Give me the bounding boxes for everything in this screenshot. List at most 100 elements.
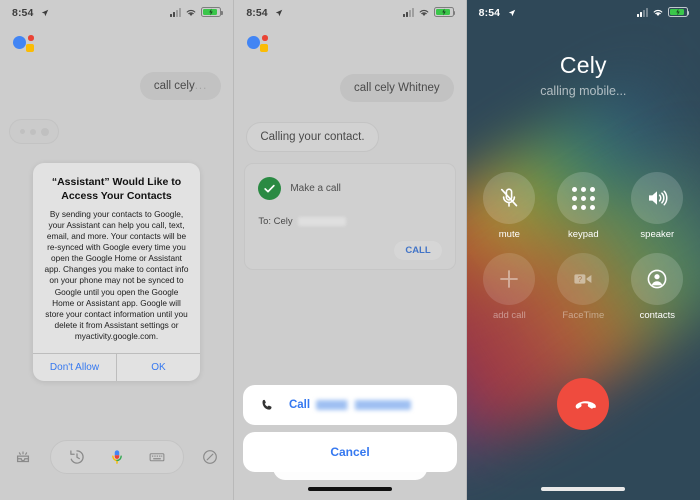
speaker-button[interactable] (631, 172, 684, 224)
action-sheet-call-item[interactable]: Call (243, 385, 457, 425)
keypad-label: keypad (567, 229, 599, 240)
keyboard-icon[interactable] (148, 448, 166, 466)
facetime-control[interactable]: ? FaceTime (557, 253, 610, 321)
phone-handset-icon (262, 399, 272, 410)
keypad-button[interactable] (557, 172, 610, 224)
status-bar-left: 8:54 (479, 3, 516, 21)
dialog-title: “Assistant” Would Like to Access Your Co… (51, 176, 182, 202)
facetime-button[interactable]: ? (557, 253, 610, 305)
action-sheet-cancel-item[interactable]: Cancel (243, 432, 457, 480)
battery-charging-icon (201, 7, 223, 17)
microphone-icon[interactable] (108, 448, 126, 466)
wifi-icon (186, 9, 196, 16)
plus-icon (500, 270, 519, 288)
user-message-bubble: call cely Whitney (340, 74, 454, 102)
ios-action-sheet: Call Cancel (243, 385, 457, 480)
status-bar: 8:54 (0, 0, 233, 24)
status-bar: 8:54 (234, 0, 465, 24)
call-controls-row-2: add call ? FaceTime contacts (467, 253, 700, 321)
status-bar-left: 8:54 (246, 3, 283, 21)
battery-charging-icon (667, 7, 690, 17)
call-controls-grid: mute keypad speaker add call ? FaceTime … (467, 172, 700, 334)
signal-bars-icon (170, 7, 182, 17)
green-check-icon (258, 177, 282, 200)
status-time: 8:54 (246, 7, 268, 19)
card-cta-row: CALL (258, 240, 442, 260)
svg-text:?: ? (578, 275, 583, 284)
history-clock-icon[interactable] (68, 448, 86, 466)
home-indicator (307, 487, 392, 491)
location-arrow-icon (276, 9, 283, 17)
contacts-permission-dialog: “Assistant” Would Like to Access Your Co… (33, 163, 200, 381)
card-title: Make a call (290, 183, 341, 194)
panel-ios-call-screen: 8:54 Cely calling mobile... mute keypad … (466, 0, 700, 500)
mute-label: mute (498, 229, 520, 240)
contacts-button[interactable] (631, 253, 684, 305)
speaker-control[interactable]: speaker (631, 172, 684, 240)
contacts-control[interactable]: contacts (631, 253, 684, 321)
dialog-actions: Don't Allow OK (33, 352, 200, 381)
wifi-icon (419, 9, 429, 16)
action-sheet-call-label: Call (288, 399, 311, 411)
signal-bars-icon (636, 7, 648, 17)
redacted-phone-number (316, 400, 412, 410)
three-panel-screenshot: 8:54 call cely... “Assistant” Would Like… (0, 0, 700, 500)
user-message-text: call cely Whitney (354, 82, 440, 94)
dialog-body: “Assistant” Would Like to Access Your Co… (33, 163, 200, 353)
facetime-label: FaceTime (562, 310, 605, 321)
assistant-bottom-toolbar (0, 434, 233, 480)
logo-dot-red (28, 35, 34, 41)
location-arrow-icon (41, 9, 49, 17)
logo-dot-red (262, 35, 268, 41)
callee-name: Cely (559, 52, 607, 78)
battery-charging-icon (433, 7, 456, 17)
status-bar-right (170, 7, 223, 17)
keypad-dots-icon (571, 186, 595, 210)
redacted-surname (297, 216, 346, 226)
microphone-muted-icon (501, 188, 518, 207)
dont-allow-button[interactable]: Don't Allow (33, 354, 116, 381)
keypad-control[interactable]: keypad (557, 172, 610, 240)
facetime-video-icon: ? (574, 274, 592, 284)
logo-dot-yellow (26, 44, 34, 52)
dialog-message: By sending your contacts to Google, your… (44, 209, 189, 341)
explore-compass-icon[interactable] (201, 448, 219, 466)
logo-dot-blue (247, 36, 261, 49)
status-bar-right (402, 7, 456, 17)
call-status-text: calling mobile... (540, 84, 627, 98)
home-indicator (541, 487, 626, 491)
contacts-person-icon (647, 269, 667, 289)
assistant-input-pill (49, 440, 184, 474)
sheet-peek-layer (273, 466, 427, 480)
mute-control[interactable]: mute (483, 172, 536, 240)
end-call-handset-icon (575, 401, 597, 409)
add-call-label: add call (492, 310, 526, 321)
ok-button[interactable]: OK (116, 353, 200, 381)
inbox-icon[interactable] (14, 448, 32, 466)
google-assistant-logo (247, 32, 277, 58)
contacts-label: contacts (639, 310, 675, 321)
assistant-typing-indicator (9, 119, 59, 144)
assistant-message-text: Calling your contact. (260, 131, 365, 143)
logo-dot-yellow (260, 44, 269, 52)
status-bar-right (636, 7, 690, 17)
card-header-row: Make a call (258, 177, 441, 200)
add-call-control[interactable]: add call (483, 253, 536, 321)
call-button[interactable]: CALL (394, 241, 442, 260)
status-time: 8:54 (478, 7, 501, 19)
call-controls-row-1: mute keypad speaker (467, 172, 700, 240)
add-call-button[interactable] (483, 253, 536, 305)
callee-info: Cely calling mobile... (467, 52, 700, 98)
user-message-trailing-dots: ... (194, 80, 208, 92)
end-call-button[interactable] (557, 378, 610, 430)
google-assistant-logo (13, 32, 43, 58)
card-recipient-row: To: Cely (258, 216, 441, 227)
speaker-icon (649, 190, 668, 206)
signal-bars-icon (402, 7, 414, 17)
cancel-button: Cancel (330, 445, 370, 459)
status-time: 8:54 (12, 7, 34, 19)
mute-button[interactable] (483, 172, 536, 224)
panel-assistant-permission: 8:54 call cely... “Assistant” Would Like… (0, 0, 234, 500)
status-bar: 8:54 (467, 0, 700, 24)
card-recipient-label: To: Cely (258, 216, 293, 227)
